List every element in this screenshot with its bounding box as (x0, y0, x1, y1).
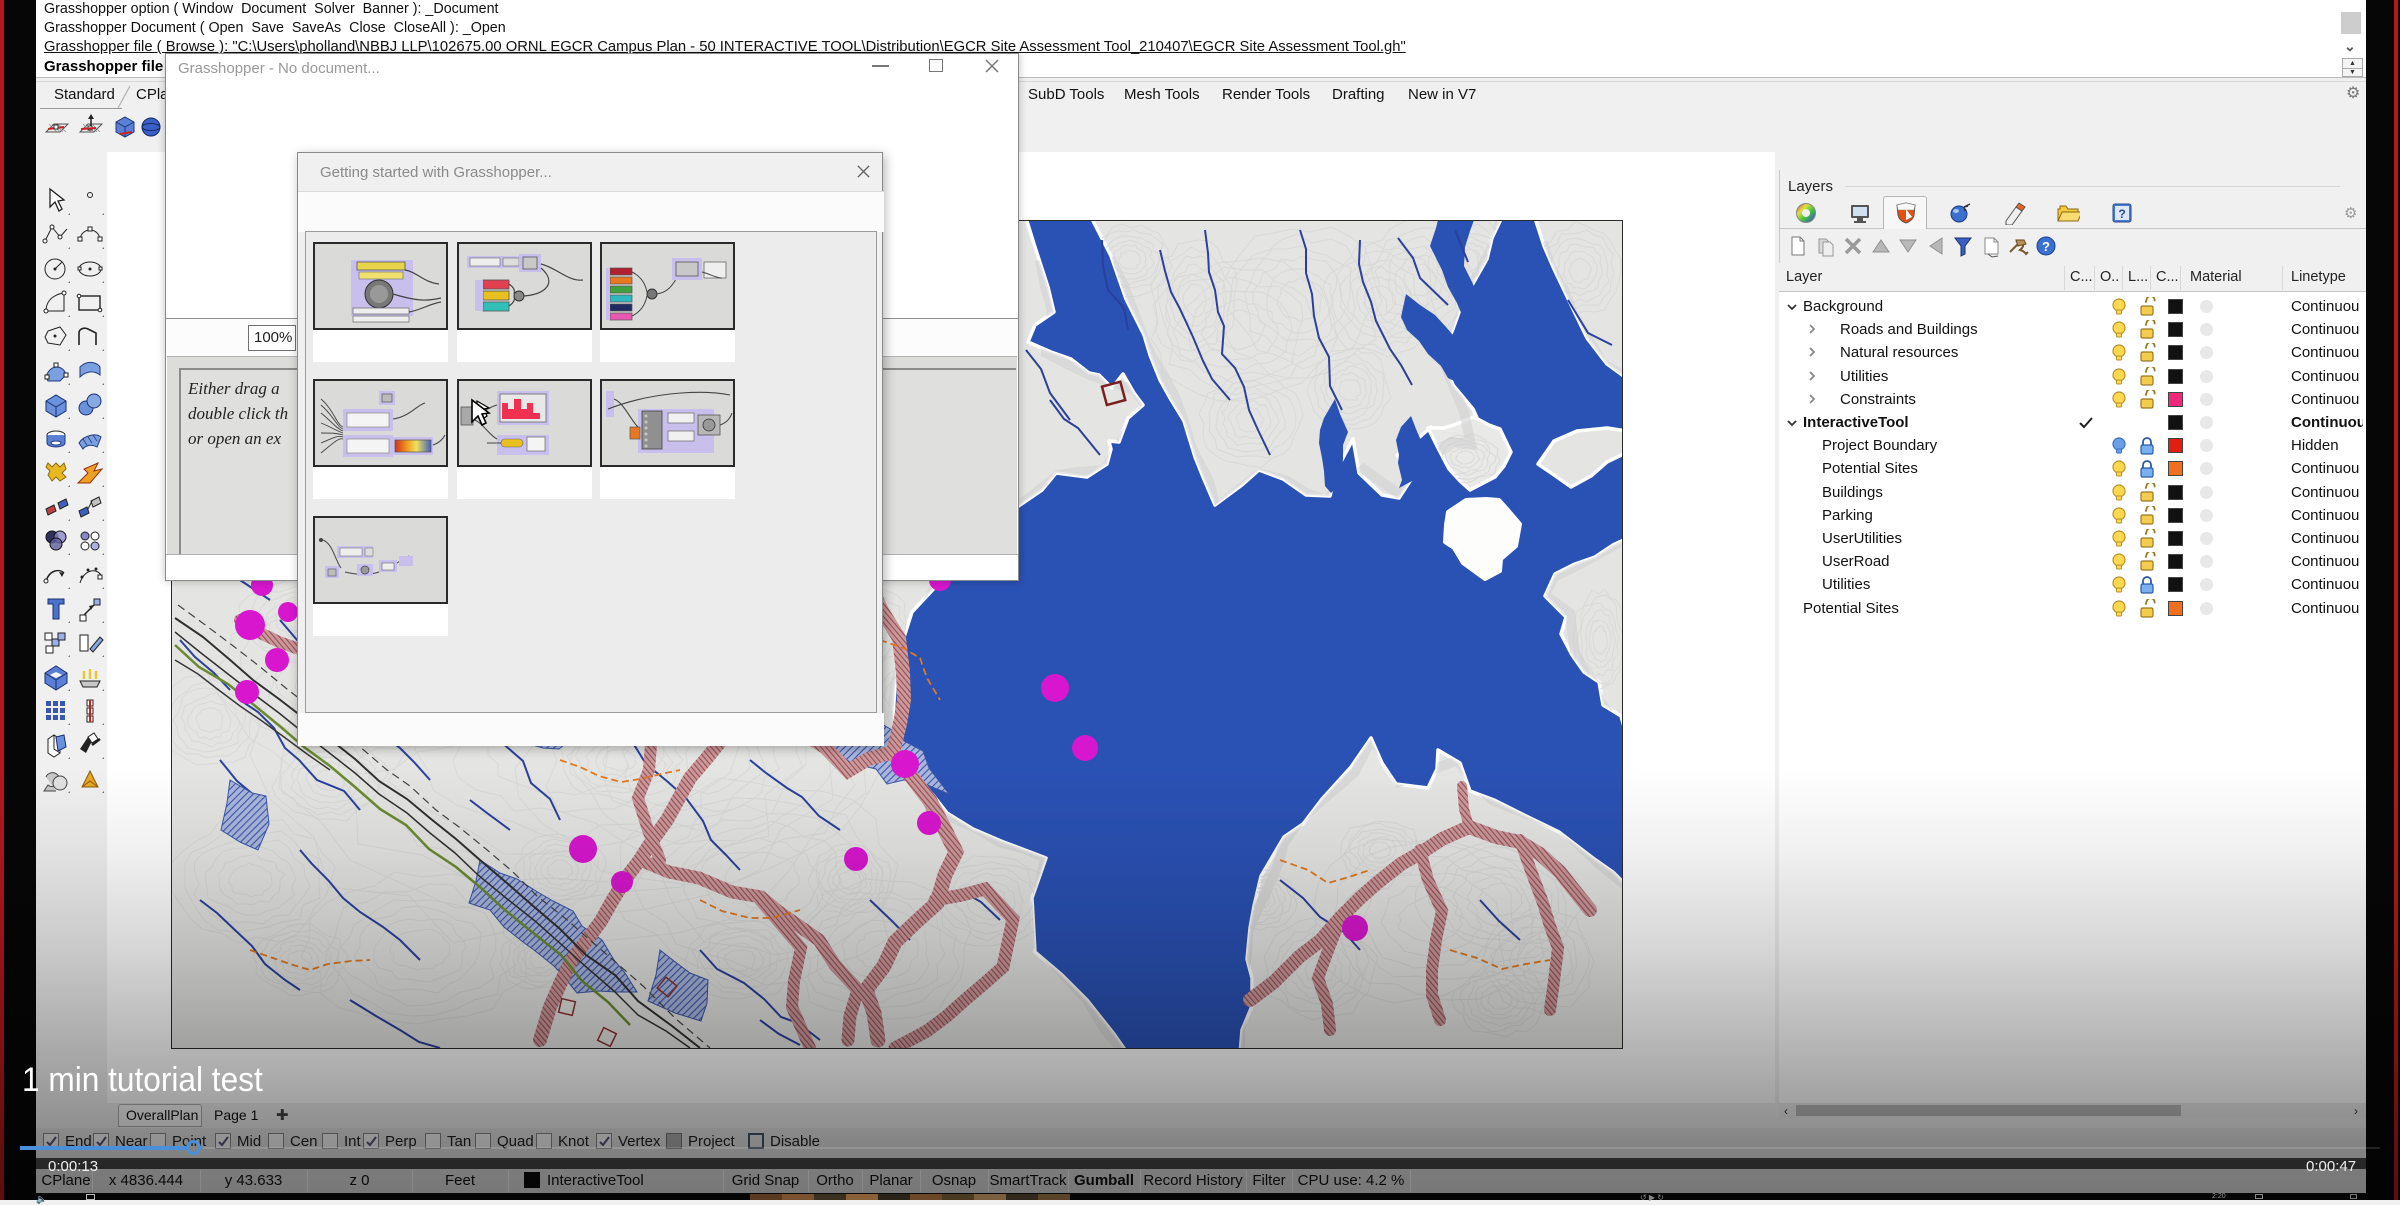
svg-text:?: ? (2042, 239, 2050, 254)
svg-text:?: ? (2118, 207, 2125, 221)
